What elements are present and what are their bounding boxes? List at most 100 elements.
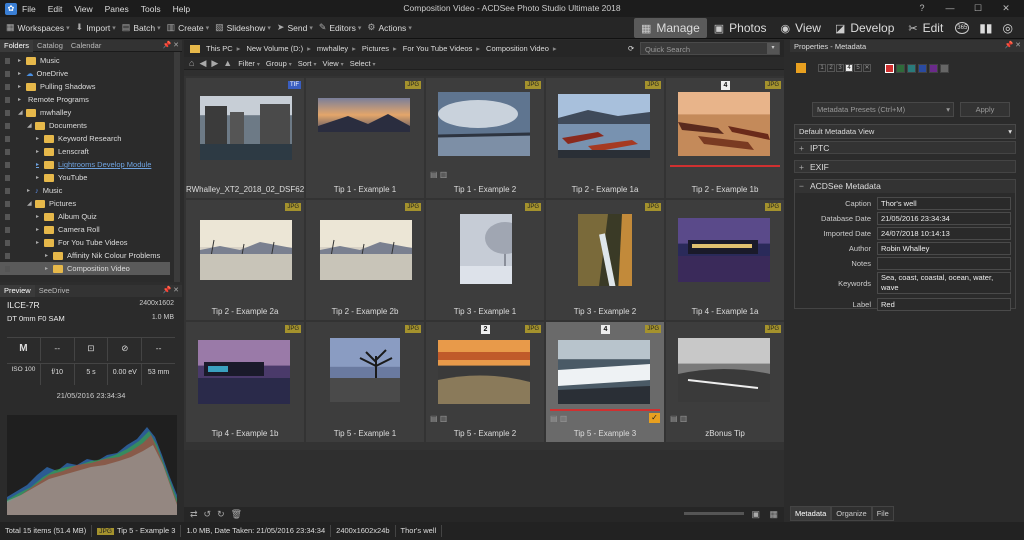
mode-edit[interactable]: ✂ Edit [901,18,950,38]
thumbnail-tile[interactable]: JPG ▤ ▥ Tip 1 - Example 2 [426,78,544,198]
nav-view-menu[interactable]: View ▾ [323,59,344,68]
expand-arrow-icon[interactable]: ▸ [36,135,39,142]
up-icon[interactable]: ▲ [223,58,232,68]
thumbnail-tile[interactable]: JPG Tip 5 - Example 1 [306,322,424,442]
mode-develop[interactable]: ◪ Develop [828,18,901,38]
forward-icon[interactable]: ▶ [211,58,218,69]
tree-item[interactable]: ▸ Pulling Shadows [0,80,170,93]
tree-item[interactable]: ▸ For You Tube Videos [0,236,170,249]
selection-checkbox[interactable]: ✓ [649,413,660,423]
create-button[interactable]: ▥ Create ▾ [167,22,210,33]
menu-help[interactable]: Help [173,4,190,14]
nav-sort-menu[interactable]: Sort ▾ [298,59,317,68]
thumbnail-tile[interactable]: JPG Tip 2 - Example 1a [546,78,664,198]
mode-view[interactable]: ◉ View [774,18,828,38]
menu-edit[interactable]: Edit [48,4,63,14]
thumbnail-tile[interactable]: JPG Tip 2 - Example 2a [186,200,304,320]
menu-view[interactable]: View [74,4,92,14]
field-value-input[interactable]: Sea, coast, coastal, ocean, water, wave [877,272,1011,294]
tab-seedrive[interactable]: SeeDrive [35,285,74,297]
back-icon[interactable]: ◀ [199,58,206,69]
menu-tools[interactable]: Tools [141,4,161,14]
tree-item[interactable]: ▸ Affinity Nik Colour Problems [0,249,170,262]
rating-2[interactable]: 2 [827,64,835,72]
expand-arrow-icon[interactable]: ▸ [18,70,21,77]
maximize-button[interactable]: ☐ [964,3,992,14]
clear-rating-icon[interactable]: ✕ [863,64,871,72]
send-button[interactable]: ➤ Send ▾ [277,22,313,33]
tree-item[interactable]: ▸ Lightrooms Develop Module [0,158,170,171]
expand-arrow-icon[interactable]: ▸ [45,252,48,259]
field-value-input[interactable]: Robin Whalley [877,241,1011,255]
expand-arrow-icon[interactable]: ▸ [36,213,39,220]
thumbnail-tile[interactable]: JPG Tip 4 - Example 1b [186,322,304,442]
mode-photos[interactable]: ▣ Photos [707,18,774,38]
color-label-swatch[interactable] [885,63,894,73]
menu-file[interactable]: File [22,4,36,14]
tab-folders[interactable]: Folders [0,39,34,52]
thumbnail-tile[interactable]: JPG Tip 4 - Example 1a [666,200,784,320]
tree-item[interactable]: ▸ YouTube [0,171,170,184]
expand-arrow-icon[interactable]: ▸ [18,83,21,90]
tree-item[interactable]: ▸ Album Quiz [0,210,170,223]
expand-arrow-icon[interactable]: ▸ [27,187,30,194]
expand-arrow-icon[interactable]: ▸ [18,96,21,103]
expand-arrow-icon[interactable]: ◢ [18,109,23,116]
tree-item[interactable]: ▸ Keyword Research [0,132,170,145]
tab-metadata[interactable]: Metadata [790,506,832,521]
expand-arrow-icon[interactable]: ◢ [27,200,32,207]
thumbnail-tile[interactable]: JPG Tip 1 - Example 1 [306,78,424,198]
chevron-down-icon[interactable]: ▾ [767,43,779,54]
luts-button[interactable]: ◎ [998,18,1018,38]
tree-item[interactable]: ▸ Lenscraft [0,145,170,158]
dashboard-button[interactable]: ▮▮ [974,18,997,38]
batch-button[interactable]: ▤ Batch ▾ [122,22,161,33]
tree-item[interactable]: ▸ Music [0,54,170,67]
color-label-swatch[interactable] [940,63,949,73]
acdsee-365-button[interactable]: 365 [950,18,974,38]
thumbnail-tile[interactable]: JPG 2 ▤ ▥ Tip 5 - Example 2 [426,322,544,442]
menu-panes[interactable]: Panes [105,4,129,14]
grid-toggle-icon[interactable]: ▦ [769,509,778,520]
tag-checkbox[interactable] [796,63,806,73]
view-mode-icon[interactable]: ▣ [751,509,760,520]
expand-arrow-icon[interactable]: ▸ [36,174,39,181]
thumbnail-tile[interactable]: JPG 4 ▤ ▥ ✓ Tip 5 - Example 3 [546,322,664,442]
rating-4[interactable]: 4 [845,64,853,72]
tree-item[interactable]: ▸ Camera Roll [0,223,170,236]
tab-catalog[interactable]: Catalog [33,40,67,52]
section-exif[interactable]: + EXIF [794,160,1016,173]
tab-organize[interactable]: Organize [831,506,872,521]
color-label-swatch[interactable] [907,63,916,73]
close-button[interactable]: ✕ [992,3,1020,14]
breadcrumb-segment[interactable]: Composition Video ▸ [486,44,557,53]
metadata-view-dropdown[interactable]: Default Metadata View ▾ [794,124,1016,139]
rotate-right-icon[interactable]: ↻ [217,509,225,520]
thumbnail-tile[interactable]: JPG Tip 3 - Example 1 [426,200,544,320]
rating-3[interactable]: 3 [836,64,844,72]
expand-arrow-icon[interactable]: ◢ [27,122,32,129]
delete-icon[interactable]: 🗑 [231,509,242,520]
mode-manage[interactable]: ▦ Manage [633,18,707,38]
thumbnail-tile[interactable]: JPG ▤ ▥ zBonus Tip [666,322,784,442]
breadcrumb-segment[interactable]: New Volume (D:) ▸ [246,44,310,53]
pin-close-icon[interactable]: 📌 ✕ [1004,41,1021,49]
thumbnail-size-slider[interactable] [684,512,744,515]
thumbnail-tile[interactable]: TIF RWhalley_XT2_2018_02_DSF62 [186,78,304,198]
breadcrumb-segment[interactable]: For You Tube Videos ▸ [403,44,480,53]
tree-item[interactable]: ◢ Pictures [0,197,170,210]
tab-file[interactable]: File [871,506,894,521]
field-value-input[interactable]: Thor's well [877,196,1011,210]
section-iptc[interactable]: + IPTC [794,141,1016,154]
color-label-swatch[interactable] [896,63,905,73]
breadcrumb-segment[interactable]: This PC ▸ [206,44,240,53]
expand-arrow-icon[interactable]: ▸ [36,226,39,233]
home-icon[interactable]: ⌂ [189,58,194,68]
nav-select-menu[interactable]: Select ▾ [350,59,376,68]
thumbnail-tile[interactable]: JPG 4 Tip 2 - Example 1b [666,78,784,198]
tree-item[interactable]: ▸ ☁ OneDrive [0,67,170,80]
slideshow-button[interactable]: ▧ Slideshow ▾ [215,22,271,33]
field-value-input[interactable]: 21/05/2016 23:34:34 [877,211,1011,225]
field-value-input[interactable]: 24/07/2018 10:14:13 [877,226,1011,240]
tree-item[interactable]: ▸ Remote Programs [0,93,170,106]
